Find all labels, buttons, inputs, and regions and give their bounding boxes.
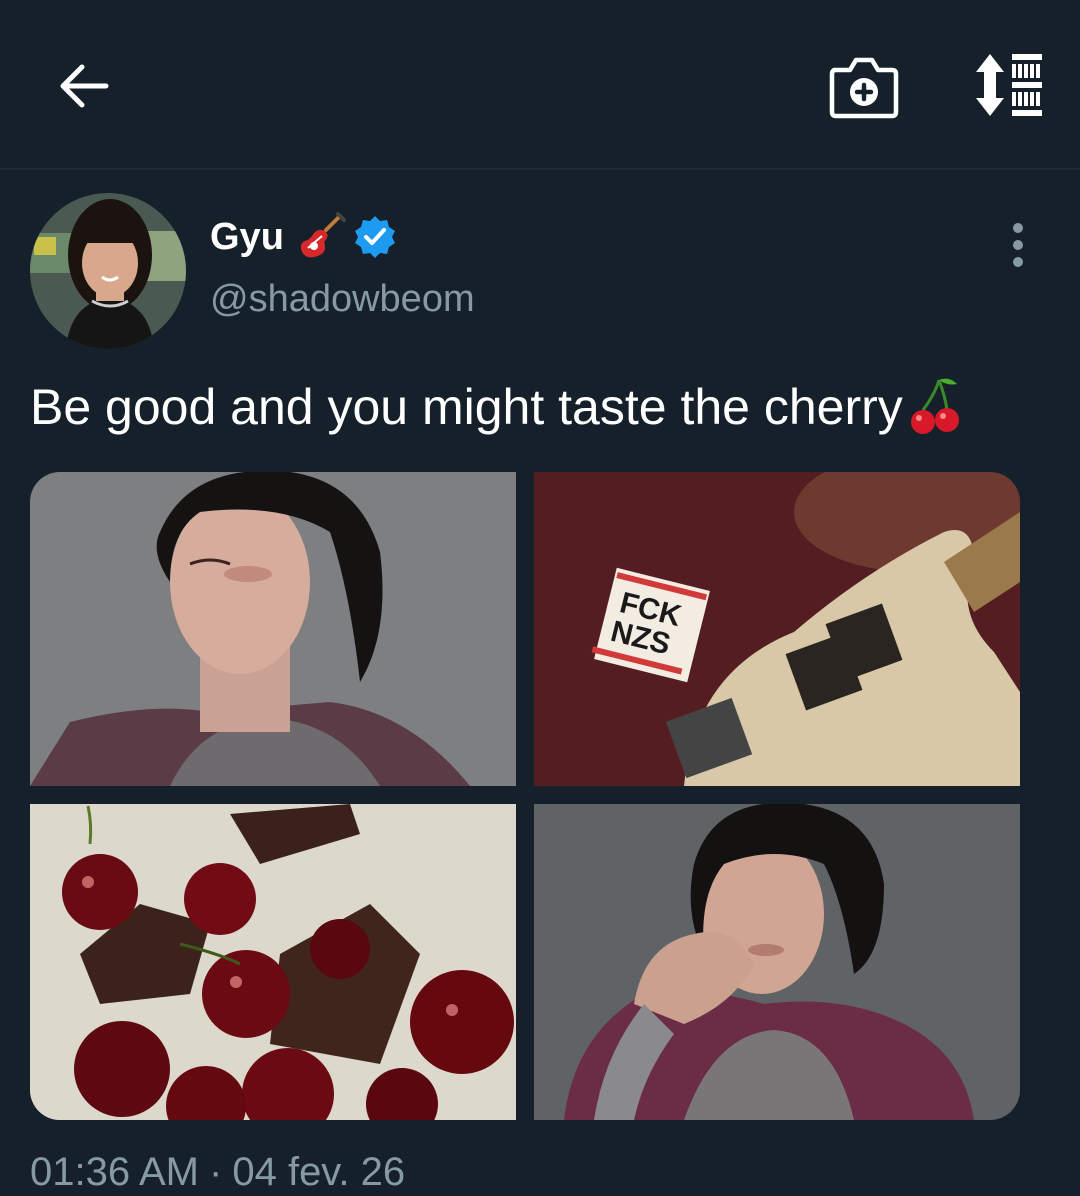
portrait-image-1	[30, 472, 516, 786]
cherry-emoji	[910, 378, 959, 434]
more-vertical-icon	[1013, 223, 1023, 267]
photo-cherries-chocolate[interactable]	[30, 804, 516, 1120]
tweet-timestamp[interactable]: 01:36 AM · 04 fev. 26	[30, 1150, 405, 1195]
photo-portrait-1[interactable]	[30, 472, 516, 786]
camera-button[interactable]	[826, 54, 902, 120]
arrow-left-icon	[60, 64, 109, 108]
guitar-emoji	[300, 212, 346, 258]
photo-guitar[interactable]: FCK NZS	[534, 472, 1020, 786]
cherries-chocolate-image	[30, 804, 516, 1120]
back-button[interactable]	[44, 46, 124, 126]
avatar-image	[30, 193, 186, 349]
tweet-text-content: Be good and you might taste the cherry	[30, 379, 903, 435]
sort-button[interactable]	[964, 50, 1054, 120]
photo-portrait-2[interactable]	[534, 804, 1020, 1120]
tweet-time: 01:36 AM	[30, 1150, 200, 1194]
guitar-image: FCK NZS	[534, 472, 1020, 786]
sort-list-icon	[976, 54, 1042, 116]
verified-badge-icon	[354, 216, 395, 258]
author-handle[interactable]: @shadowbeom	[210, 278, 475, 321]
author-avatar[interactable]	[30, 193, 186, 349]
timestamp-separator: ·	[209, 1150, 223, 1194]
author-name-row[interactable]: Gyu	[210, 212, 398, 262]
camera-plus-icon	[829, 57, 899, 119]
top-app-bar	[0, 0, 1080, 170]
tweet-date: 04 fev. 26	[232, 1150, 406, 1194]
portrait-image-2	[534, 804, 1020, 1120]
tweet-text: Be good and you might taste the cherry	[30, 374, 961, 440]
author-display-name: Gyu	[210, 215, 284, 258]
more-options-button[interactable]	[996, 220, 1040, 270]
